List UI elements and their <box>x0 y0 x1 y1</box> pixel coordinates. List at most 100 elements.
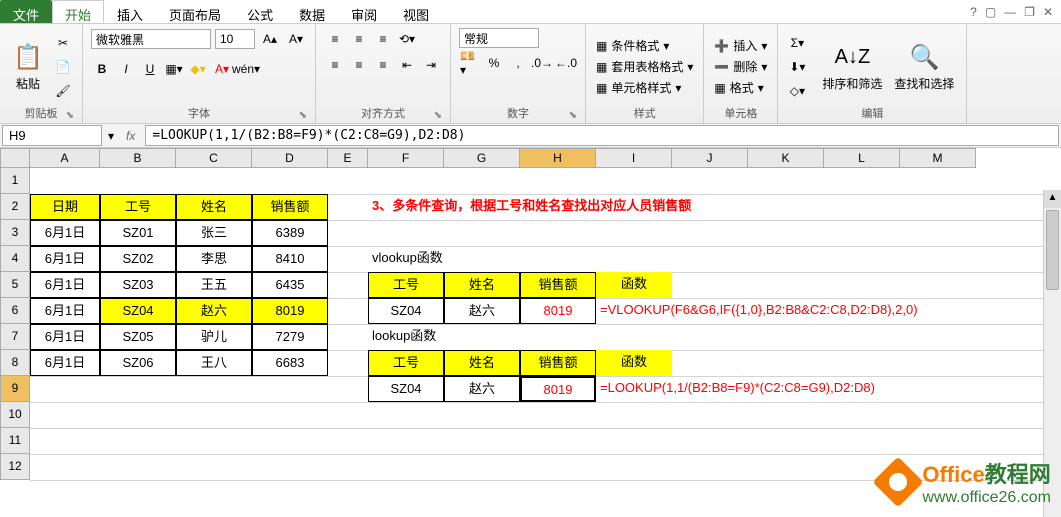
cell-i8[interactable]: 函数 <box>596 350 672 376</box>
cell-d7[interactable]: 7279 <box>252 324 328 350</box>
cell-c6[interactable]: 赵六 <box>176 298 252 324</box>
cell-f5[interactable]: 工号 <box>368 272 444 298</box>
cell-b6[interactable]: SZ04 <box>100 298 176 324</box>
cell-c3[interactable]: 张三 <box>176 220 252 246</box>
decrease-font-icon[interactable]: A▾ <box>285 28 307 50</box>
cell-b4[interactable]: SZ02 <box>100 246 176 272</box>
insert-cells-button[interactable]: ➕插入 ▾ <box>712 36 769 55</box>
fx-button[interactable]: fx <box>118 129 143 143</box>
indent-decrease-icon[interactable]: ⇤ <box>396 54 418 76</box>
fill-color-button[interactable]: ◆▾ <box>187 58 209 80</box>
cell-a2[interactable]: 日期 <box>30 194 100 220</box>
cell-c5[interactable]: 王五 <box>176 272 252 298</box>
increase-font-icon[interactable]: A▴ <box>259 28 281 50</box>
font-name-select[interactable] <box>91 29 211 49</box>
col-header-l[interactable]: L <box>824 148 900 168</box>
cell-i6[interactable]: =VLOOKUP(F6&G6,IF({1,0},B2:B8&C2:C8,D2:D… <box>596 298 1056 324</box>
clear-icon[interactable]: ◇▾ <box>786 80 808 102</box>
select-all-corner[interactable] <box>0 148 30 168</box>
format-cells-button[interactable]: ▦格式 ▾ <box>712 78 769 97</box>
cell-d8[interactable]: 6683 <box>252 350 328 376</box>
cell-d6[interactable]: 8019 <box>252 298 328 324</box>
tab-pagelayout[interactable]: 页面布局 <box>156 0 234 23</box>
cell-c8[interactable]: 王八 <box>176 350 252 376</box>
sort-filter-button[interactable]: A↓Z 排序和筛选 <box>818 39 886 94</box>
orientation-icon[interactable]: ⟲▾ <box>396 28 418 50</box>
col-header-b[interactable]: B <box>100 148 176 168</box>
cell-f2[interactable]: 3、多条件查询，根据工号和姓名查找出对应人员销售额 <box>368 194 868 220</box>
find-select-button[interactable]: 🔍 查找和选择 <box>890 39 958 94</box>
cell-f8[interactable]: 工号 <box>368 350 444 376</box>
cell-a7[interactable]: 6月1日 <box>30 324 100 350</box>
row-header-10[interactable]: 10 <box>0 402 30 428</box>
cells-container[interactable]: 日期 工号 姓名 销售额 6月1日 SZ01 张三 6389 6月1日 SZ02… <box>30 168 1061 480</box>
cell-f6[interactable]: SZ04 <box>368 298 444 324</box>
cell-c2[interactable]: 姓名 <box>176 194 252 220</box>
conditional-format-button[interactable]: ▦条件格式 ▾ <box>594 36 695 55</box>
tab-view[interactable]: 视图 <box>390 0 442 23</box>
col-header-c[interactable]: C <box>176 148 252 168</box>
help-icon[interactable]: ? <box>970 5 977 19</box>
tab-data[interactable]: 数据 <box>286 0 338 23</box>
scroll-up-icon[interactable]: ▲ <box>1044 190 1061 208</box>
cell-a3[interactable]: 6月1日 <box>30 220 100 246</box>
cut-button[interactable]: ✂ <box>52 32 74 54</box>
cell-i5[interactable]: 函数 <box>596 272 672 298</box>
cell-b8[interactable]: SZ06 <box>100 350 176 376</box>
alignment-launcher-icon[interactable]: ⬊ <box>434 110 442 121</box>
formula-input[interactable] <box>145 125 1059 146</box>
row-header-12[interactable]: 12 <box>0 454 30 480</box>
cell-c4[interactable]: 李思 <box>176 246 252 272</box>
cell-a6[interactable]: 6月1日 <box>30 298 100 324</box>
font-color-button[interactable]: A▾ <box>211 58 233 80</box>
cell-f4[interactable]: vlookup函数 <box>368 246 518 272</box>
tab-insert[interactable]: 插入 <box>104 0 156 23</box>
minimize-ribbon-icon[interactable]: ▢ <box>985 5 996 19</box>
cell-b2[interactable]: 工号 <box>100 194 176 220</box>
name-box[interactable] <box>2 125 102 146</box>
row-header-9[interactable]: 9 <box>0 376 30 402</box>
autosum-icon[interactable]: Σ▾ <box>786 32 808 54</box>
border-button[interactable]: ▦▾ <box>163 58 185 80</box>
cell-h9-selected[interactable]: 8019 <box>520 376 596 402</box>
scroll-thumb[interactable] <box>1046 210 1059 290</box>
comma-icon[interactable]: , <box>507 52 529 74</box>
tab-review[interactable]: 审阅 <box>338 0 390 23</box>
format-painter-button[interactable]: 🖌 <box>52 80 74 102</box>
cell-styles-button[interactable]: ▦单元格样式 ▾ <box>594 78 695 97</box>
col-header-e[interactable]: E <box>328 148 368 168</box>
col-header-j[interactable]: J <box>672 148 748 168</box>
copy-button[interactable]: 📄 <box>52 56 74 78</box>
cell-a5[interactable]: 6月1日 <box>30 272 100 298</box>
cell-a8[interactable]: 6月1日 <box>30 350 100 376</box>
row-header-6[interactable]: 6 <box>0 298 30 324</box>
align-left-icon[interactable]: ≡ <box>324 54 346 76</box>
row-header-1[interactable]: 1 <box>0 168 30 194</box>
col-header-a[interactable]: A <box>30 148 100 168</box>
row-header-7[interactable]: 7 <box>0 324 30 350</box>
bold-button[interactable]: B <box>91 58 113 80</box>
cell-b5[interactable]: SZ03 <box>100 272 176 298</box>
cell-h6[interactable]: 8019 <box>520 298 596 324</box>
row-header-8[interactable]: 8 <box>0 350 30 376</box>
cell-g6[interactable]: 赵六 <box>444 298 520 324</box>
tab-file[interactable]: 文件 <box>0 0 52 23</box>
col-header-i[interactable]: I <box>596 148 672 168</box>
row-header-2[interactable]: 2 <box>0 194 30 220</box>
cell-i9[interactable]: =LOOKUP(1,1/(B2:B8=F9)*(C2:C8=G9),D2:D8) <box>596 376 1016 402</box>
cell-d5[interactable]: 6435 <box>252 272 328 298</box>
row-header-4[interactable]: 4 <box>0 246 30 272</box>
tab-home[interactable]: 开始 <box>52 0 104 23</box>
cell-g5[interactable]: 姓名 <box>444 272 520 298</box>
col-header-d[interactable]: D <box>252 148 328 168</box>
minimize-icon[interactable]: — <box>1004 5 1016 19</box>
cell-h5[interactable]: 销售额 <box>520 272 596 298</box>
cell-d4[interactable]: 8410 <box>252 246 328 272</box>
col-header-f[interactable]: F <box>368 148 444 168</box>
cell-g9[interactable]: 赵六 <box>444 376 520 402</box>
cell-d3[interactable]: 6389 <box>252 220 328 246</box>
restore-icon[interactable]: ❐ <box>1024 5 1035 19</box>
underline-button[interactable]: U <box>139 58 161 80</box>
cell-f9[interactable]: SZ04 <box>368 376 444 402</box>
delete-cells-button[interactable]: ➖删除 ▾ <box>712 57 769 76</box>
